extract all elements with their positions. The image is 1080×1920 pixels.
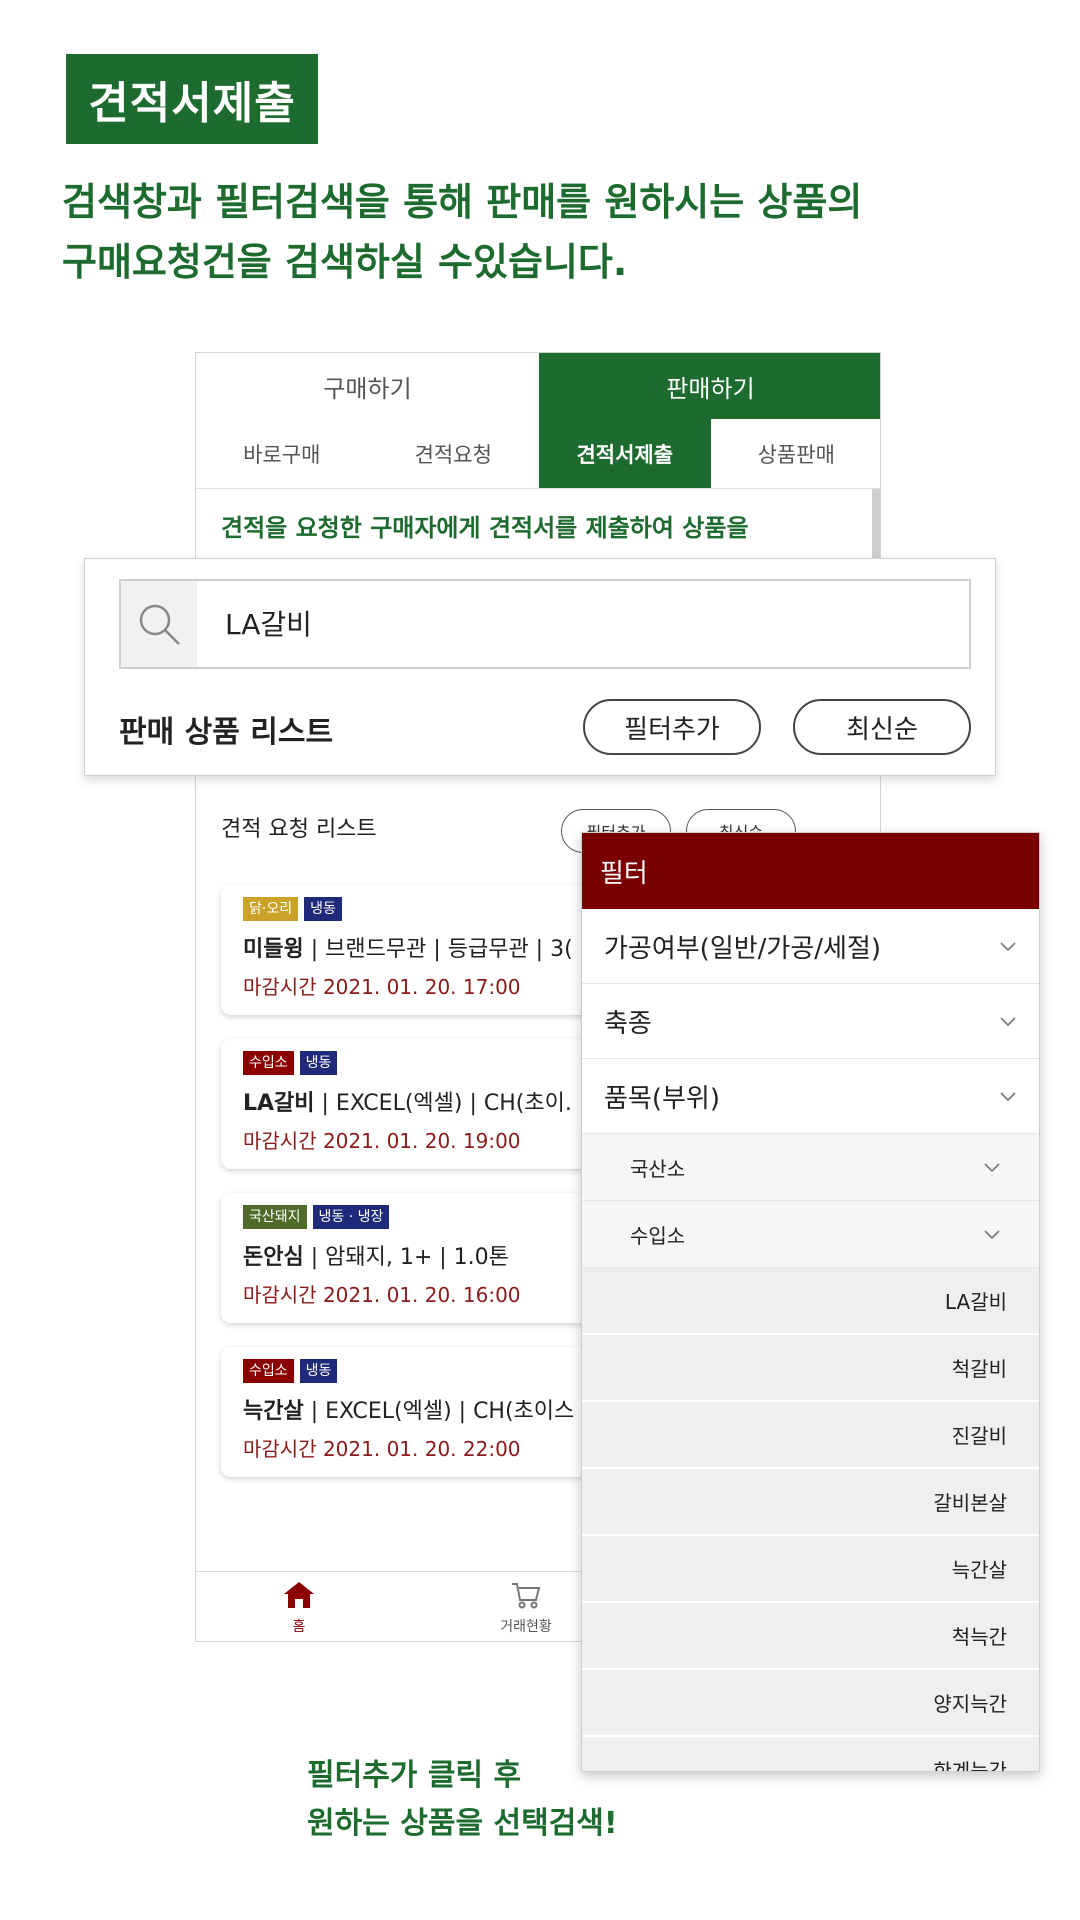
tag-category: 수입소 (243, 1359, 294, 1383)
tag-storage: 냉동 (304, 897, 342, 921)
card-product-name: 늑간살 (243, 1399, 304, 1424)
sale-list-title: 판매 상품 리스트 (119, 715, 334, 750)
top-tabs: 구매하기 판매하기 (196, 353, 880, 419)
filter-option[interactable]: 척늑간 (582, 1603, 1039, 1670)
filter-row-label: 가공여부(일반/가공/세절) (604, 933, 882, 964)
request-list-title: 견적 요청 리스트 (221, 817, 377, 842)
filter-option[interactable]: LA갈비 (582, 1268, 1039, 1335)
sub-tabs: 바로구매 견적요청 견적서제출 상품판매 (196, 419, 881, 489)
nav-transactions-label: 거래현황 (500, 1619, 552, 1635)
sort-latest-button[interactable]: 최신순 (793, 699, 971, 755)
card-product-name: LA갈비 (243, 1091, 315, 1116)
search-input[interactable] (225, 603, 925, 643)
intro-line-1: 검색창과 필터검색을 통해 판매를 원하시는 상품의 (62, 180, 863, 224)
page-title: 견적서제출 (66, 54, 318, 144)
caption-line-2: 원하는 상품을 선택검색! (307, 1806, 618, 1841)
filter-row-label: 축종 (604, 1008, 652, 1039)
card-detail: | EXCEL(엑셀) | CH(초이. (314, 1091, 572, 1116)
subtab-direct-buy[interactable]: 바로구매 (196, 419, 368, 488)
search-box[interactable] (119, 579, 971, 669)
filter-option[interactable]: 갈비본살 (582, 1469, 1039, 1536)
filter-subrow-label: 국산소 (630, 1156, 686, 1181)
search-panel: 판매 상품 리스트 필터추가 최신순 (84, 558, 996, 776)
caption-line-1: 필터추가 클릭 후 (307, 1758, 522, 1793)
tag-category: 수입소 (243, 1051, 294, 1075)
subtab-quote-request[interactable]: 견적요청 (368, 419, 540, 488)
chevron-down-icon (1000, 1017, 1016, 1027)
tag-category: 국산돼지 (243, 1205, 307, 1229)
filter-option[interactable]: 늑간살 (582, 1536, 1039, 1603)
tab-sell[interactable]: 판매하기 (539, 353, 880, 419)
chevron-down-icon (1000, 942, 1016, 952)
subtab-quote-submit[interactable]: 견적서제출 (539, 419, 711, 488)
tag-category: 닭·오리 (243, 897, 299, 921)
filter-option[interactable]: 척갈비 (582, 1335, 1039, 1402)
intro-line-2: 구매요청건을 검색하실 수있습니다. (62, 240, 628, 284)
card-detail: | 브랜드무관 | 등급무관 | 3( (303, 937, 573, 962)
card-detail: | EXCEL(엑셀) | CH(초이스 (303, 1399, 575, 1424)
filter-header: 필터 (582, 833, 1039, 909)
filter-row-item[interactable]: 품목(부위) (582, 1059, 1039, 1134)
chevron-down-icon (1000, 1092, 1016, 1102)
intro-text: 검색창과 필터검색을 통해 판매를 원하시는 상품의 구매요청건을 검색하실 수… (62, 172, 862, 292)
nav-home-label: 홈 (292, 1619, 306, 1635)
card-product-name: 미들윙 (243, 937, 304, 962)
filter-row-label: 품목(부위) (604, 1083, 720, 1114)
filter-option[interactable]: 양지늑간 (582, 1670, 1039, 1737)
tab-buy[interactable]: 구매하기 (196, 353, 539, 419)
filter-option[interactable]: 한계늑간 (582, 1737, 1039, 1771)
filter-row-processing[interactable]: 가공여부(일반/가공/세절) (582, 909, 1039, 984)
filter-option[interactable]: 진갈비 (582, 1402, 1039, 1469)
tag-storage: 냉동 (299, 1359, 338, 1383)
tag-storage: 냉동 · 냉장 (312, 1205, 390, 1229)
filter-add-button[interactable]: 필터추가 (583, 699, 761, 755)
tag-storage: 냉동 (299, 1051, 338, 1075)
phone-description: 견적을 요청한 구매자에게 견적서를 제출하여 상품을 (221, 514, 749, 542)
chevron-down-icon (984, 1230, 1000, 1240)
home-icon (284, 1582, 314, 1608)
filter-panel: 필터 가공여부(일반/가공/세절) 축종 품목(부위) 국산소 수입소 LA갈비… (581, 832, 1040, 1772)
filter-row-species[interactable]: 축종 (582, 984, 1039, 1059)
card-detail: | 암돼지, 1+ | 1.0톤 (303, 1245, 509, 1270)
nav-home[interactable]: 홈 (239, 1580, 359, 1636)
filter-subrow-imported-beef[interactable]: 수입소 (582, 1201, 1039, 1268)
filter-subrow-label: 수입소 (630, 1223, 686, 1248)
filter-subrow-domestic-beef[interactable]: 국산소 (582, 1134, 1039, 1201)
subtab-product-sale[interactable]: 상품판매 (711, 419, 881, 488)
cart-icon (512, 1583, 541, 1609)
caption: 필터추가 클릭 후 원하는 상품을 선택검색! (307, 1752, 618, 1848)
search-icon[interactable] (121, 581, 197, 667)
card-product-name: 돈안심 (243, 1245, 304, 1270)
chevron-down-icon (984, 1163, 1000, 1173)
nav-transactions[interactable]: 거래현황 (466, 1580, 586, 1636)
